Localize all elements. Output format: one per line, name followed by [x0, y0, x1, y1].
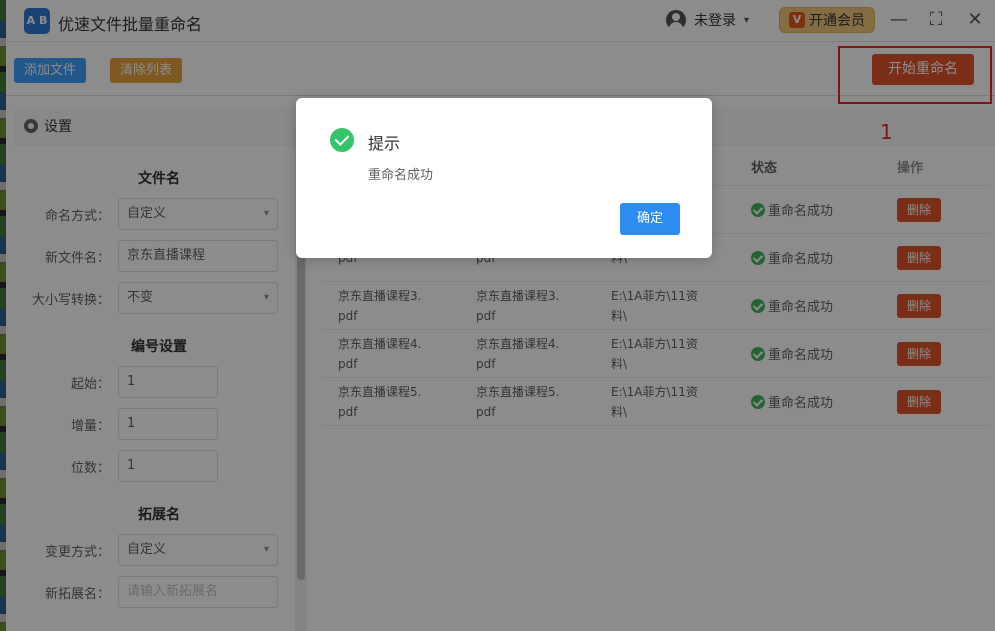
success-check-icon [330, 128, 354, 152]
dialog-title: 提示 [368, 134, 401, 153]
modal-overlay[interactable] [0, 0, 995, 631]
dialog-confirm-button[interactable]: 确定 [620, 203, 680, 235]
dialog-message: 重命名成功 [368, 168, 434, 183]
success-dialog: 提示 重命名成功 确定 [296, 98, 712, 258]
